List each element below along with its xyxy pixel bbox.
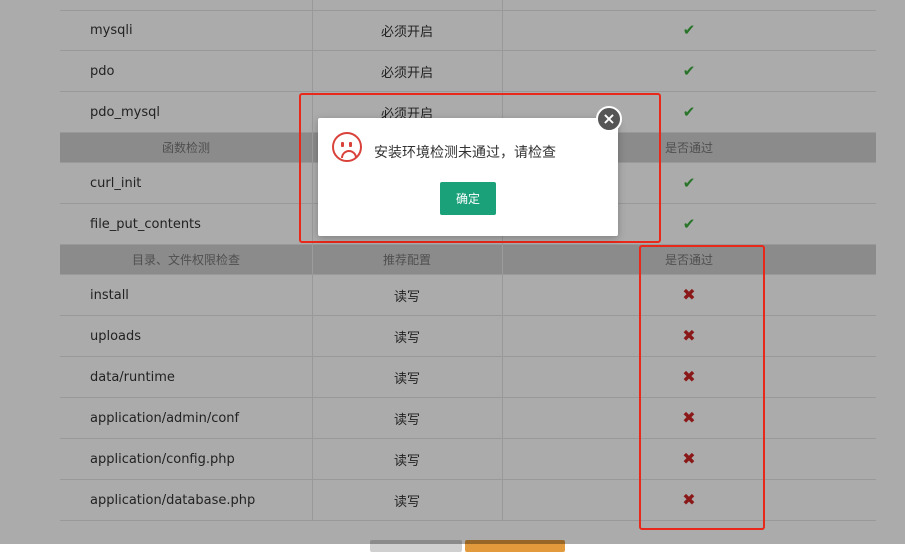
close-icon[interactable]: × xyxy=(596,106,622,132)
alert-dialog: 安装环境检测未通过，请检查 确定 xyxy=(318,118,618,236)
highlight-box-status xyxy=(639,245,765,530)
dialog-message: 安装环境检测未通过，请检查 xyxy=(374,145,556,161)
sad-face-icon xyxy=(332,132,362,162)
modal-overlay[interactable] xyxy=(0,0,905,544)
confirm-button[interactable]: 确定 xyxy=(440,182,496,215)
